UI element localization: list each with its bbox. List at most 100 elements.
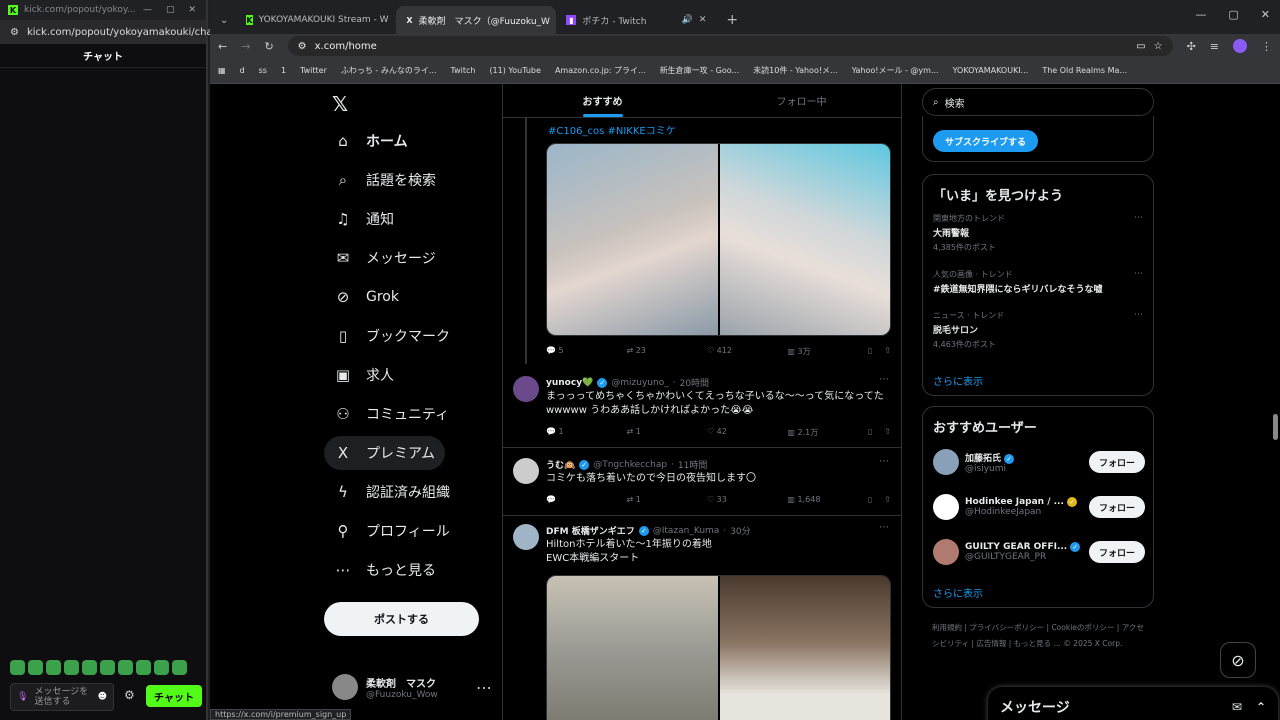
hotel-room-photo[interactable] [719,576,890,720]
media-icon[interactable]: ≡ [1210,40,1219,53]
post-time[interactable]: 30分 [730,524,750,537]
share-icon[interactable]: ⇧ [884,427,891,438]
bookmark-item[interactable]: Twitter [300,66,327,75]
avatar[interactable] [933,539,959,565]
reply-button[interactable]: 💬 [546,495,626,504]
post-umu[interactable]: うむ🙉 ✓ @Tngchkecchap · 11時間 ⋯ コミケも落ち着いたので今日の夜… [503,448,901,516]
bookmark-item[interactable]: YOKOYAMAKOUKI... [953,66,1029,75]
site-info-icon[interactable]: ⚙ [298,41,307,52]
post-yunocy[interactable]: yunocy💚 ✓ @mizuyuno_ · 20時間 ⋯ まっっってめちゃくちゃかわい… [503,364,901,448]
post-hashtags[interactable]: #C106_cos #NIKKEコミケ [548,122,676,137]
post-dfm[interactable]: DFM 板橋ザンギエフ ✓ @Itazan_Kuma · 30分 ⋯ Hiltonホテル… [503,516,901,720]
emoji-icon[interactable]: ☻ [98,692,107,702]
tab-search-icon[interactable]: ⌄ [216,15,236,34]
reply-button[interactable]: 💬 5 [546,346,626,357]
audio-icon[interactable]: 🔊 [682,15,693,25]
suggested-user[interactable]: GUILTY GEAR OFFI... ✓ @GUILTYGEAR_PR フォロー [933,539,1145,565]
minimize-icon[interactable]: — [143,5,152,15]
cosplay-photo-2[interactable] [719,144,890,335]
emote-icon[interactable] [118,660,133,675]
nav-item-4[interactable]: ⊘ Grok [324,280,409,314]
maximize-icon[interactable]: ▢ [166,5,175,15]
post-handle[interactable]: @Tngchkecchap [593,460,667,470]
like-button[interactable]: ♡ 412 [707,346,787,357]
nav-item-9[interactable]: ϟ 認証済み組織 [324,475,460,509]
post-handle[interactable]: @mizuyuno_ [611,378,668,388]
nav-item-10[interactable]: ⚲ プロフィール [324,514,460,548]
grok-icon[interactable]: ⊘ [1220,642,1256,678]
like-button[interactable]: ♡ 42 [707,427,787,438]
post-author[interactable]: DFM 板橋ザンギエフ [546,524,635,537]
suggested-user[interactable]: 加藤拓氏 ✓ @isiyumi フォロー [933,449,1145,475]
more-icon[interactable]: ⋯ [879,456,889,467]
site-settings-icon[interactable]: ⚙ [10,27,19,38]
cast-icon[interactable]: ▭ [1136,41,1145,52]
views-button[interactable]: ▥ 3万 [787,346,867,357]
bookmark-item[interactable]: ss [259,66,267,75]
subscribe-button[interactable]: サブスクライブする [933,130,1039,152]
new-tab-button[interactable]: + [716,6,748,34]
trend-item[interactable]: 関東地方のトレンド 大雨警報 4,385件のポスト ⋯ [933,213,1143,253]
emote-icon[interactable] [28,660,43,675]
nav-item-11[interactable]: ⋯ もっと見る [324,553,446,587]
bookmark-item[interactable]: 1 [281,66,286,75]
hotel-entrance-photo[interactable] [547,576,718,720]
emote-icon[interactable] [100,660,115,675]
back-icon[interactable]: ← [218,40,227,53]
follow-button[interactable]: フォロー [1088,451,1145,473]
bookmark-item[interactable]: d [240,66,245,75]
repost-button[interactable]: ⇄ 1 [626,495,706,504]
post-author[interactable]: yunocy💚 [546,378,593,388]
follow-button[interactable]: フォロー [1088,496,1145,518]
close-icon[interactable]: ✕ [188,5,196,15]
extensions-icon[interactable]: ✣ [1187,40,1196,53]
trend-item[interactable]: 人気の画像 · トレンド #鉄道無知界隈にならギリバレなそうな嘘 ⋯ [933,269,1143,298]
trend-item[interactable]: ニュース · トレンド 脱毛サロン 4,463件のポスト ⋯ [933,310,1143,350]
bookmark-item[interactable]: Amazon.co.jp: プライ... [555,65,646,76]
minimize-icon[interactable]: — [1195,8,1206,21]
post-handle[interactable]: @Itazan_Kuma [653,526,720,536]
more-icon[interactable]: ⋯ [1134,310,1143,320]
post-media[interactable] [546,575,891,720]
emote-icon[interactable] [46,660,61,675]
post-media[interactable] [546,143,891,336]
kick-url[interactable]: kick.com/popout/yokoyamakouki/chat [27,27,217,38]
nav-item-7[interactable]: ⚇ コミュニティ [324,397,459,431]
nav-item-3[interactable]: ✉ メッセージ [324,241,446,275]
menu-icon[interactable]: ⋮ [1261,40,1272,53]
tab-kick[interactable]: KYOKOYAMAKOUKI Stream - W✕ [236,6,396,34]
suggested-user[interactable]: Hodinkee Japan / ... ✓ @HodinkeeJapan フォロー [933,494,1145,520]
maximize-icon[interactable]: ▢ [1228,8,1238,21]
close-icon[interactable]: ✕ [1261,8,1270,21]
footer-links[interactable]: 利用規約 | プライバシーポリシー | Cookieのポリシー | アクセシビリ… [932,620,1147,652]
emote-icon[interactable] [10,660,25,675]
post-time[interactable]: 20時間 [680,376,709,389]
tab-twitch[interactable]: ▮ ポチカ - Twitch 🔊 ✕ [556,6,716,34]
show-more-link[interactable]: さらに表示 [933,373,983,388]
apps-icon[interactable]: ▦ [218,66,226,75]
avatar[interactable] [933,449,959,475]
more-icon[interactable]: ⋯ [1134,269,1143,279]
chat-settings-icon[interactable]: ⚙ [124,688,135,702]
share-icon[interactable]: ⇧ [884,495,891,504]
bookmark-icon[interactable]: ▯ [868,427,872,438]
chat-input[interactable]: 🎙 メッセージを送信する ☻ [10,683,114,711]
reload-icon[interactable]: ↻ [264,40,273,53]
emote-icon[interactable] [136,660,151,675]
more-icon[interactable]: ⋯ [1134,213,1143,223]
nav-item-8[interactable]: X プレミアム [324,436,446,470]
views-button[interactable]: ▥ 2.1万 [787,427,867,438]
follow-button[interactable]: フォロー [1088,541,1145,563]
show-more-link[interactable]: さらに表示 [933,585,983,600]
nav-item-5[interactable]: ▯ ブックマーク [324,319,460,353]
post-button[interactable]: ポストする [324,602,479,636]
more-icon[interactable]: ⋯ [879,522,889,533]
close-tab-icon[interactable]: ✕ [699,15,707,25]
like-button[interactable]: ♡ 33 [707,495,787,504]
emote-icon[interactable] [172,660,187,675]
bookmark-icon[interactable]: ▯ [868,346,872,357]
new-message-icon[interactable]: ✉ [1232,700,1242,714]
x-logo-icon[interactable]: 𝕏 [332,92,348,116]
nav-item-1[interactable]: ⌕ 話題を検索 [324,163,446,197]
mic-icon[interactable]: 🎙 [17,692,28,702]
